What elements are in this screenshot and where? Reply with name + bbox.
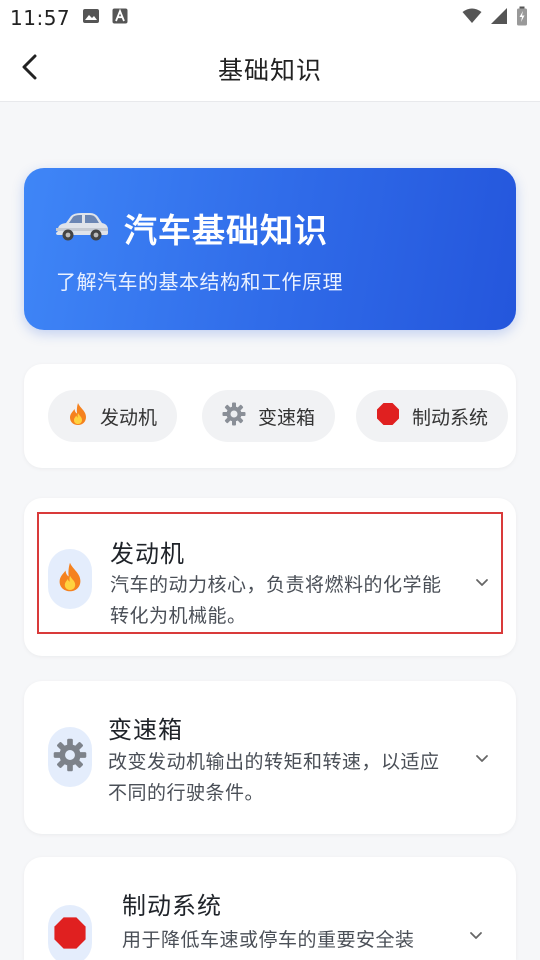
stop-sign-icon [376,402,400,431]
topic-description-line: 转化为机械能。 [110,605,247,627]
topic-card-transmission[interactable]: 变速箱 改变发动机输出的转矩和转速，以适应 不同的行驶条件。 [24,681,516,834]
gear-icon [53,738,87,776]
chip-brake-system[interactable]: 制动系统 [356,390,509,442]
topic-description-line: 汽车的动力核心，负责将燃料的化学能 [110,574,442,596]
topic-description: 改变发动机输出的转矩和转速，以适应 不同的行驶条件。 [108,747,440,809]
status-time: 11:57 [10,6,71,30]
topic-title: 变速箱 [108,716,183,744]
topic-icon-container [48,905,92,960]
chip-engine[interactable]: 发动机 [48,390,178,442]
nav-bar: 基础知识 [0,36,540,102]
hero-header: 汽车基础知识 [54,204,328,252]
chevron-left-icon [20,54,40,84]
chevron-down-icon[interactable] [468,927,484,943]
image-icon [82,8,100,28]
text-a-icon [112,8,128,28]
stop-sign-icon [53,916,87,954]
topic-description-line: 改变发动机输出的转矩和转速，以适应 [108,751,440,773]
chip-label: 制动系统 [412,406,489,429]
topic-title: 制动系统 [122,892,222,920]
wifi-icon [462,8,482,28]
hero-banner: 汽车基础知识 了解汽车的基本结构和工作原理 [24,168,516,330]
back-button[interactable] [14,53,46,85]
fire-icon [57,561,83,597]
chip-label: 变速箱 [258,406,316,429]
car-icon [54,211,110,245]
chip-transmission[interactable]: 变速箱 [202,390,336,442]
topic-description-line: 不同的行驶条件。 [108,782,265,804]
topic-icon-container [48,549,92,609]
topic-icon-container [48,727,92,787]
chevron-down-icon[interactable] [474,574,490,590]
status-bar: 11:57 [0,0,540,36]
topic-description: 汽车的动力核心，负责将燃料的化学能 转化为机械能。 [110,570,442,632]
battery-icon [516,6,528,30]
page-title: 基础知识 [217,55,322,85]
chip-label: 发动机 [100,406,158,429]
status-left: 11:57 [10,6,128,30]
category-chips: 发动机 变速箱 制动系统 [24,364,516,468]
signal-icon [490,7,508,29]
status-right [462,6,528,30]
fire-icon [68,402,88,431]
hero-subtitle: 了解汽车的基本结构和工作原理 [56,270,343,294]
gear-icon [222,402,246,431]
topic-title: 发动机 [110,540,185,568]
topic-description: 用于降低车速或停车的重要安全装 [122,925,415,956]
topic-card-engine[interactable]: 发动机 汽车的动力核心，负责将燃料的化学能 转化为机械能。 [24,498,516,656]
hero-title: 汽车基础知识 [124,211,328,250]
chevron-down-icon[interactable] [474,750,490,766]
topic-card-brake-system[interactable]: 制动系统 用于降低车速或停车的重要安全装 [24,857,516,960]
topic-description-line: 用于降低车速或停车的重要安全装 [122,929,415,951]
